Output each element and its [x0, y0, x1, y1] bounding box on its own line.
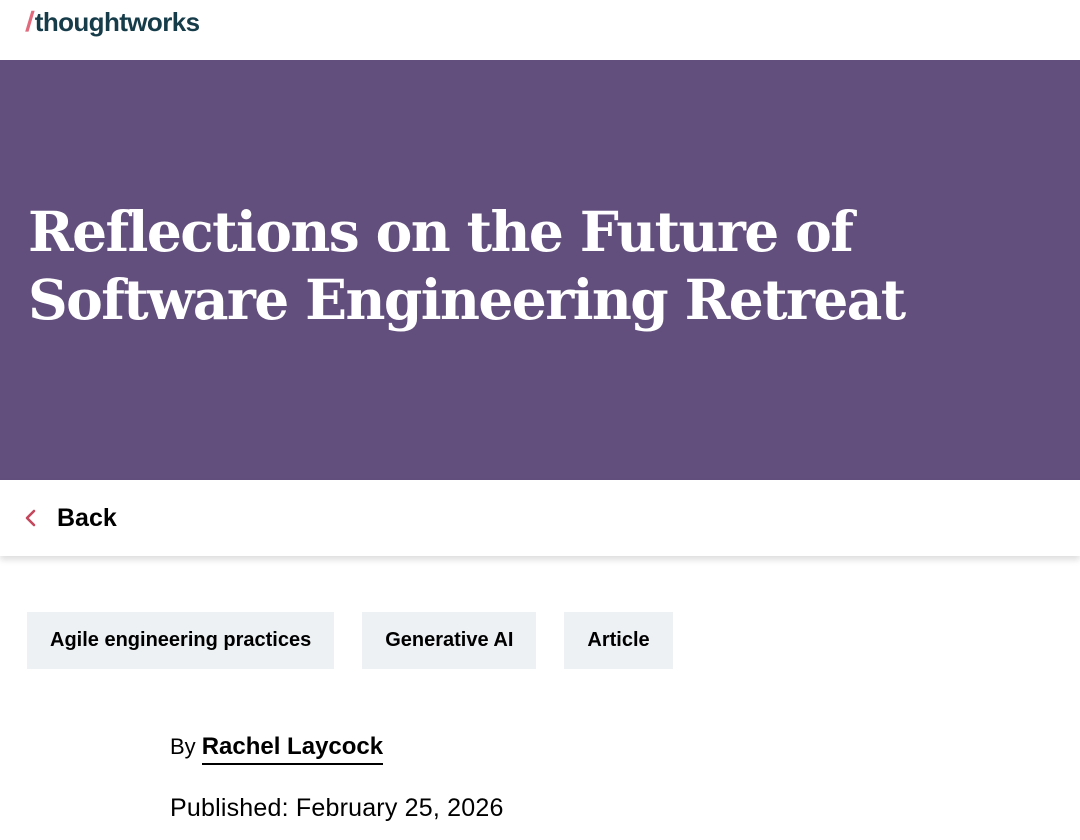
- tag-agile-engineering-practices[interactable]: Agile engineering practices: [27, 612, 335, 669]
- back-bar: Back: [0, 480, 1080, 556]
- published-date: Published: February 25, 2026: [170, 794, 504, 822]
- tag-generative-ai[interactable]: Generative AI: [362, 612, 537, 669]
- tag-article[interactable]: Article: [564, 612, 673, 669]
- page-title: Reflections on the Future of Software En…: [28, 199, 906, 332]
- chevron-left-icon: [22, 509, 40, 527]
- author-link[interactable]: Rachel Laycock: [201, 733, 384, 765]
- byline: By Rachel Laycock: [170, 733, 384, 765]
- by-label: By: [170, 734, 196, 759]
- back-label: Back: [57, 503, 117, 532]
- back-button[interactable]: Back: [22, 498, 117, 538]
- site-header: / thoughtworks: [0, 0, 1080, 60]
- logo-wordmark: thoughtworks: [34, 7, 200, 37]
- tag-list: Agile engineering practices Generative A…: [27, 612, 673, 669]
- logo-slash: /: [24, 6, 36, 37]
- thoughtworks-logo[interactable]: / thoughtworks: [24, 6, 200, 38]
- hero-banner: Reflections on the Future of Software En…: [0, 60, 1080, 480]
